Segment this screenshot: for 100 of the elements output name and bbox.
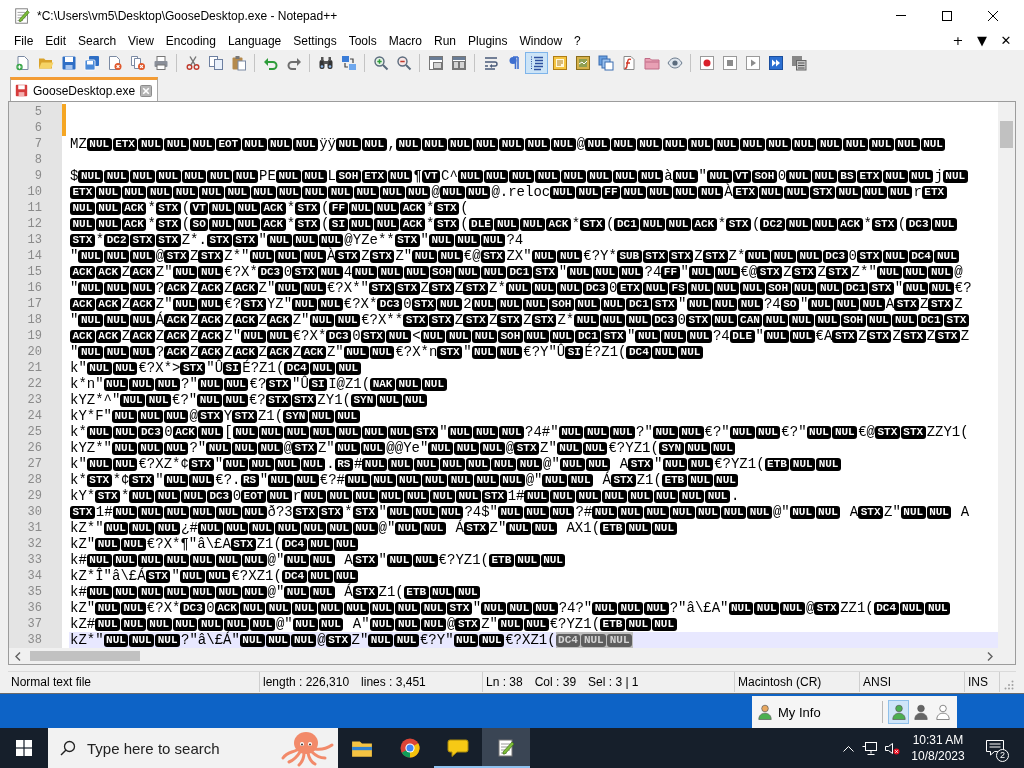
code-line: k# NUL NUL NUL NUL NUL NUL NUL @" NUL NUL A STX " NUL NUL €?YZ1( ETB NUL NUL (70, 552, 567, 568)
notification-button[interactable]: 2 (973, 728, 1017, 768)
close-tab-button[interactable]: ✕ (996, 31, 1016, 50)
menu-item[interactable]: File (8, 31, 40, 50)
notepad-icon (13, 6, 31, 25)
line-number: 36 (26, 600, 42, 616)
code-line: kZ# NUL NUL NUL NUL NUL NUL NUL @" NUL NUL A" NUL NUL NUL @ STX Z" NUL NUL €?YZ1( ETB NUL NUL (70, 616, 678, 632)
code-line: NUL NUL ACK * STX ( SO NUL NUL ACK * STX ( SI NUL NUL ACK * STX ( DLE NUL NUL ACK * STX ( DC1 NUL NUL ACK * STX ( DC2 NUL NUL ACK * STX ( DC3 NUL (70, 216, 958, 232)
code-line: k*n" NUL NUL NUL ?" NUL NUL €? STX "Û SI I@Z1( NAK NUL NUL (70, 376, 448, 392)
add-tab-button[interactable]: + (948, 31, 968, 50)
search-input[interactable]: Type here to search (87, 738, 261, 758)
code-line: kZ" NUL NUL €?X*¶"â\£A STX Z1( DC4 NUL NUL (70, 536, 360, 552)
stacked-list-icon (790, 55, 807, 71)
line-number: 28 (26, 472, 42, 488)
menu-item[interactable]: Run (428, 31, 463, 50)
line-number: 21 (26, 360, 42, 376)
line-number: 6 (33, 120, 42, 136)
network-icon (862, 740, 878, 756)
chevron-right-icon (986, 651, 993, 661)
play-icon (744, 55, 761, 71)
line-number: 12 (26, 216, 42, 232)
code-line: kY* STX * NUL NUL NUL DC3 0 EOT NUL r NUL NUL NUL NUL NUL NUL NUL STX 1# NUL NUL NUL NUL NUL NUL NUL NUL . (70, 488, 740, 504)
code-line: NUL NUL ACK * STX ( VT NUL NUL ACK * STX ( FF NUL NUL ACK * STX ( (70, 200, 469, 216)
menu-item[interactable]: Language (221, 31, 288, 50)
code-line: kY*F" NUL NUL NUL @ STX Y STX Z1( SYN NUL NUL (70, 408, 361, 424)
framed-document-icon (551, 55, 568, 71)
scrollbar-thumb[interactable] (1000, 121, 1013, 148)
chevron-left-icon (14, 651, 21, 661)
vertical-scrollbar[interactable] (998, 102, 1015, 648)
line-number: 7 (33, 136, 42, 152)
line-number: 19 (26, 328, 42, 344)
line-number: 18 (26, 312, 42, 328)
menu-item[interactable]: View (122, 31, 160, 50)
line-number: 10 (26, 184, 42, 200)
menu-item[interactable]: Edit (39, 31, 73, 50)
tab-close-button[interactable] (140, 84, 153, 97)
menu-item[interactable]: ? (568, 31, 587, 50)
code-line: kZ*" NUL NUL NUL ¿# NUL NUL NUL NUL NUL NUL NUL @" NUL NUL Á STX Z" NUL NUL AX1( ETB NUL NUL (70, 520, 678, 536)
stacked-floppy-disks-icon (83, 55, 100, 71)
tab-list-button[interactable]: ▼ (972, 31, 992, 50)
code-line: kYZ*^" NUL NUL €?" NUL NUL €? STX STX ZY1( SYN NUL NUL (70, 392, 429, 408)
line-number: 34 (26, 568, 42, 584)
code-line: " NUL NUL NUL ? ACK Z ACK Z ACK Z" NUL NUL €?X*" STX STX Z STX Z STX Z* NUL NUL NUL DC3 0 ETX NUL FS NUL NUL NUL SOH NUL NUL DC1 STX " NUL NUL €? (70, 280, 972, 296)
menu-item[interactable]: Search (72, 31, 123, 50)
status-text: Col : 39 (534, 675, 577, 689)
line-number: 27 (26, 456, 42, 472)
menu-item[interactable]: Window (513, 31, 569, 50)
code-line: " NUL NUL NUL Á ACK Z ACK Z ACK Z ACK Z" NUL NUL €?X** STX STX Z STX Z STX Z STX Z* NUL NUL NUL DC3 0 STX NUL CAN NUL NUL NUL SOH NUL NUL DC1 STX (70, 312, 970, 328)
zoom-out-icon (395, 55, 412, 71)
line-number: 24 (26, 408, 42, 424)
horizontal-scrollbar[interactable] (9, 648, 1015, 664)
status-text: lines : 3,451 (361, 675, 426, 689)
status-text: Sel : 3 | 1 (588, 675, 639, 689)
speaker-muted-icon (884, 740, 900, 756)
menu-item[interactable]: Tools (342, 31, 383, 50)
notepad-app-button[interactable] (482, 728, 530, 768)
code-line: k" NUL NUL €?XZ*¢ STX " NUL NUL NUL NUL . RS # NUL NUL NUL NUL NUL NUL NUL @" NUL NUL A STX " NUL NUL €?YZ1( ETB NUL NUL (70, 456, 842, 472)
code-line: kZ*" NUL NUL NUL ?"â\£Á" NUL NUL NUL @ STX Z" NUL NUL €?Y" NUL NUL €?XZ1( DC4 NUL NUL (70, 632, 634, 648)
menu-item[interactable]: Plugins (462, 31, 514, 50)
code-line: ETX NUL NUL NUL NUL NUL NUL NUL NUL NUL NUL NUL NUL NUL @ NUL NUL @.reloc NUL NUL FF NUL NUL NUL NUL À ETX NUL NUL STX NUL NUL NUL r ETX (70, 184, 948, 200)
code-line: " NUL NUL NUL ? ACK Z ACK Z ACK Z ACK Z ACK Z" NUL NUL €?X*n STX " NUL NUL €?Y"Û SI É?Z1( DC4 NUL NUL (70, 344, 704, 360)
printer-icon (152, 55, 169, 71)
eye-icon (666, 55, 683, 71)
code-line: ACK ACK Z ACK Z" NUL NUL €?X* DC3 0 STX NUL 4 NUL NUL NUL SOH NUL NUL DC1 STX " NUL NUL NUL ?4 FF " NUL NUL €@ STX Z STX Z STX Z*" NUL NUL NUL @ (70, 264, 963, 280)
status-text: length : 226,310 (263, 675, 350, 689)
maximize-icon (942, 10, 952, 21)
notepad-icon (495, 738, 517, 758)
line-number: 37 (26, 616, 42, 632)
indent-guide-button[interactable] (525, 52, 548, 74)
status-text: ANSI (863, 675, 891, 689)
code-line: kZ*Î"â\£Á STX " NUL NUL €?XZ1( DC4 NUL NUL (70, 568, 360, 584)
close-icon (140, 84, 153, 97)
chevron-up-icon (842, 744, 854, 752)
code-line: STX * DC2 STX STX Z*. STX STX " NUL NUL NUL @YZe** STX " NUL NUL NUL ?4 (70, 232, 524, 248)
code-line: kYZ*" NUL NUL NUL ?" NUL NUL NUL @ STX Z" NUL NUL @@Ye" NUL NUL NUL @ STX Z" NUL NUL €?YZ1( SYN NUL NUL (70, 440, 737, 456)
search-field[interactable]: Type here to search (48, 728, 338, 768)
speech-bubble-icon (447, 738, 469, 758)
status-text: Macintosh (CR) (738, 675, 822, 689)
code-line: k* STX *¢ STX " NUL NUL €?. RS " NUL NUL €?# NUL NUL NUL NUL NUL NUL NUL @" NUL NUL Á STX Z1( ETB NUL NUL (70, 472, 740, 488)
scrollbar-thumb[interactable] (30, 651, 140, 661)
menu-item[interactable]: Macro (382, 31, 428, 50)
menu-item[interactable]: Settings (287, 31, 343, 50)
code-line: k" NUL NUL €?X*> STX "Û SI É?Z1( DC4 NUL NUL (70, 360, 362, 376)
record-icon (698, 55, 715, 71)
line-number: 32 (26, 536, 42, 552)
close-icon (988, 10, 998, 21)
text-wrap-icon (482, 55, 499, 71)
scissors-icon (184, 55, 201, 71)
person-icon (758, 704, 772, 720)
documents-cross-icon (129, 55, 146, 71)
file-tab[interactable]: GooseDesktop.exe (10, 77, 159, 101)
line-number: 23 (26, 392, 42, 408)
menu-item[interactable]: Encoding (159, 31, 222, 50)
notification-icon (986, 740, 1004, 756)
code-line: k* NUL NUL DC3 0 ACK NUL [ NUL NUL NUL NUL NUL NUL NUL STX " NUL NUL NUL ?4#" NUL NUL NUL ?" NUL NUL €?" NUL NUL €?" NUL NUL €@ STX STX ZZY1( (70, 424, 969, 440)
stop-icon (721, 55, 738, 71)
my-info-button[interactable]: My Info (756, 699, 823, 725)
swap-squares-icon (340, 55, 357, 71)
indent-lines-icon (528, 55, 545, 71)
clock-button[interactable]: 10:31 AM 10/8/2023 (903, 728, 973, 768)
